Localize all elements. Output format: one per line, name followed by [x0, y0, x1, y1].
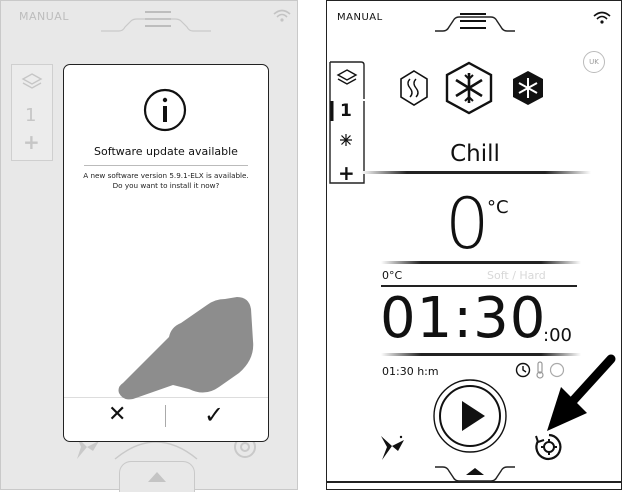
temperature-unit: °C: [487, 197, 509, 218]
program-tabs: 1 +: [11, 64, 53, 161]
confirm-button[interactable]: ✓: [204, 401, 224, 429]
divider: [381, 261, 581, 264]
menu-icon[interactable]: [460, 13, 486, 29]
dialog-message: A new software version 5.9.1-ELX is avai…: [83, 171, 249, 190]
play-button[interactable]: [431, 377, 509, 455]
mode-label: MANUAL: [337, 12, 383, 23]
pointing-hand-icon: [118, 297, 254, 400]
cancel-button[interactable]: ✕: [108, 402, 126, 427]
program-number[interactable]: 1: [25, 105, 36, 126]
add-program-button[interactable]: +: [23, 130, 40, 154]
divider: [361, 171, 591, 174]
top-notch: [101, 18, 211, 32]
temperature-value[interactable]: 0: [445, 189, 490, 259]
layers-icon[interactable]: [335, 67, 359, 89]
pointer-arrow-icon: [547, 354, 616, 431]
temperature-setpoint: 0°C: [382, 269, 403, 282]
snowflake-outline-icon[interactable]: [445, 61, 493, 115]
info-icon: [143, 88, 187, 132]
program-number[interactable]: 1: [340, 101, 352, 121]
heat-waves-icon[interactable]: [399, 69, 429, 107]
caret-up-icon: [466, 468, 484, 475]
mode-label: MANUAL: [19, 10, 69, 23]
button-separator: [165, 405, 166, 427]
time-seconds: :00: [543, 325, 572, 346]
bottom-edge: [327, 481, 622, 483]
mode-title: Chill: [450, 141, 500, 167]
language-badge[interactable]: UK: [583, 51, 605, 73]
right-screen: MANUAL UK 1 + Chill 0 °C 0°C Soft / Hard…: [326, 0, 622, 490]
fan-icon[interactable]: [377, 433, 407, 463]
caret-up-icon: [148, 472, 166, 482]
wifi-icon: [593, 11, 611, 24]
bottom-notch[interactable]: [119, 461, 195, 492]
bottom-notch[interactable]: [435, 459, 515, 491]
soft-hard-toggle[interactable]: Soft / Hard: [487, 269, 546, 282]
dialog-title: Software update available: [94, 145, 238, 158]
layers-icon[interactable]: [20, 71, 44, 93]
wifi-icon: [273, 9, 291, 22]
left-screen: MANUAL 1 + Software update available A n…: [0, 0, 298, 492]
snowflake-solid-icon[interactable]: [511, 69, 545, 107]
divider: [84, 165, 248, 166]
time-value[interactable]: 01:30: [380, 289, 546, 349]
